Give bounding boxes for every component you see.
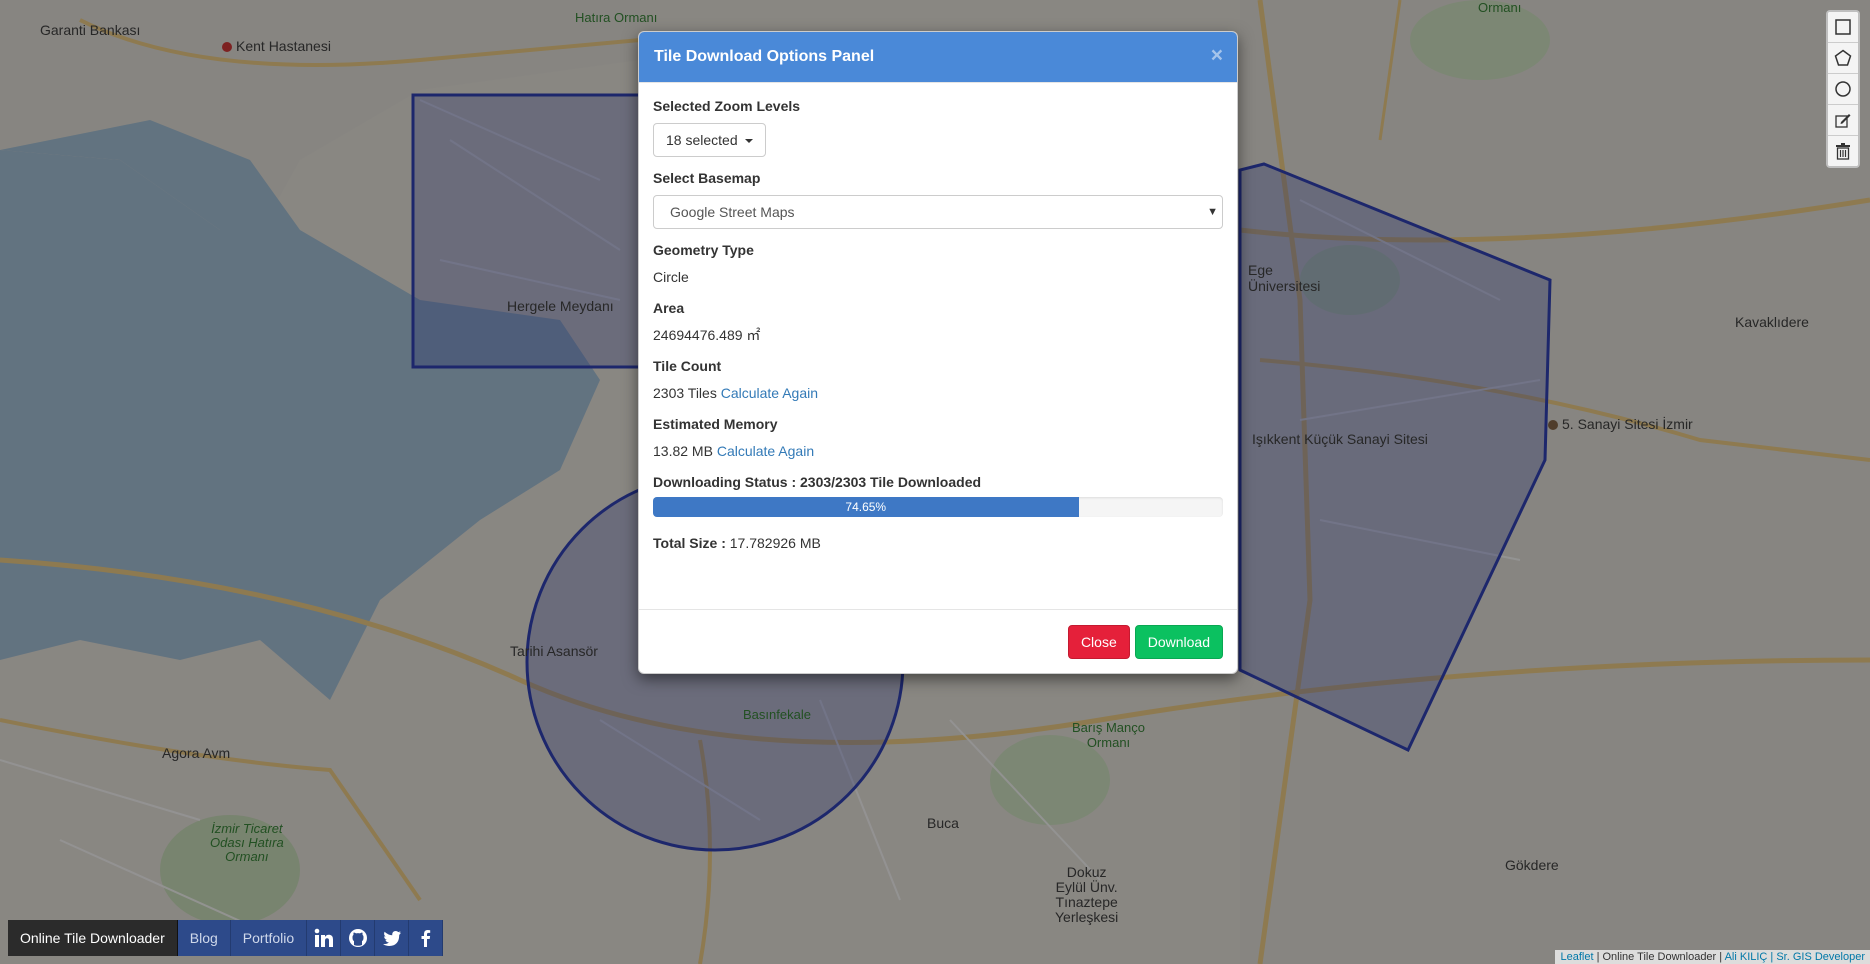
github-link[interactable] (341, 920, 376, 956)
total-size-value: 17.782926 MB (729, 535, 821, 551)
area-group: Area 24694476.489 ㎡ (653, 300, 1223, 345)
memory-recalculate-link[interactable]: Calculate Again (717, 443, 814, 459)
nav-portfolio-link[interactable]: Portfolio (230, 920, 308, 956)
trash-icon (1836, 143, 1850, 160)
author-link[interactable]: Ali KILIÇ | Sr. GIS Developer (1725, 951, 1865, 963)
basemap-select[interactable]: Google Street Maps ▼ (653, 195, 1223, 229)
delete-layers-button[interactable] (1828, 136, 1858, 166)
modal-title: Tile Download Options Panel (654, 48, 875, 65)
geometry-group: Geometry Type Circle (653, 242, 1223, 287)
download-status-group: Downloading Status : 2303/2303 Tile Down… (653, 474, 1223, 517)
twitter-link[interactable] (375, 920, 410, 956)
modal-body: Selected Zoom Levels 18 selected Select … (639, 83, 1237, 553)
select-arrow-icon: ▼ (1207, 206, 1218, 218)
modal-header: Tile Download Options Panel × (639, 32, 1237, 83)
geometry-label: Geometry Type (653, 242, 754, 258)
memory-label: Estimated Memory (653, 416, 778, 432)
nav-blog-link[interactable]: Blog (177, 920, 231, 956)
area-label: Area (653, 300, 685, 316)
facebook-link[interactable] (409, 920, 444, 956)
github-icon (348, 929, 367, 947)
map-attribution: Leaflet | Online Tile Downloader | Ali K… (1555, 950, 1870, 964)
zoom-levels-value: 18 selected (666, 132, 738, 148)
pencil-icon (1835, 114, 1851, 128)
tile-count-value: 2303 Tiles (653, 385, 717, 401)
close-button[interactable]: Close (1067, 624, 1130, 659)
pentagon-icon (1834, 49, 1852, 66)
attribution-separator: | Online Tile Downloader | (1593, 951, 1725, 963)
zoom-levels-group: Selected Zoom Levels 18 selected (653, 98, 1223, 157)
edit-layers-button[interactable] (1828, 105, 1858, 136)
download-progress-bar: 74.65% (653, 497, 1079, 517)
zoom-levels-label: Selected Zoom Levels (653, 98, 801, 114)
leaflet-link[interactable]: Leaflet (1560, 951, 1593, 963)
facebook-icon (421, 930, 430, 947)
zoom-levels-dropdown[interactable]: 18 selected (653, 123, 766, 157)
download-button[interactable]: Download (1134, 624, 1223, 659)
tile-count-recalculate-link[interactable]: Calculate Again (721, 385, 818, 401)
tile-count-row: 2303 Tiles Calculate Again (653, 383, 1223, 403)
download-status-label: Downloading Status : 2303/2303 Tile Down… (653, 474, 982, 490)
download-progress: 74.65% (653, 497, 1223, 517)
modal-footer: Close Download (639, 609, 1237, 673)
draw-circle-button[interactable] (1828, 74, 1858, 105)
memory-value: 13.82 MB (653, 443, 713, 459)
rectangle-icon (1835, 19, 1851, 35)
memory-row: 13.82 MB Calculate Again (653, 441, 1223, 461)
linkedin-link[interactable] (307, 920, 342, 956)
area-value: 24694476.489 ㎡ (653, 327, 761, 343)
bottom-navbar: Online Tile Downloader Blog Portfolio (8, 920, 444, 956)
total-size-label: Total Size : (653, 535, 726, 551)
draw-polygon-button[interactable] (1828, 43, 1858, 74)
tile-count-label: Tile Count (653, 358, 722, 374)
linkedin-icon (314, 928, 333, 947)
tile-count-group: Tile Count 2303 Tiles Calculate Again (653, 358, 1223, 403)
caret-down-icon (744, 139, 753, 144)
circle-icon (1835, 81, 1851, 97)
basemap-value: Google Street Maps (670, 204, 795, 220)
basemap-label: Select Basemap (653, 170, 761, 186)
tile-download-modal: Tile Download Options Panel × Selected Z… (638, 31, 1238, 674)
draw-toolbar (1826, 10, 1860, 168)
nav-brand-link[interactable]: Online Tile Downloader (8, 920, 178, 956)
basemap-group: Select Basemap Google Street Maps ▼ (653, 170, 1223, 229)
draw-rectangle-button[interactable] (1828, 12, 1858, 43)
memory-group: Estimated Memory 13.82 MB Calculate Agai… (653, 416, 1223, 461)
geometry-value: Circle (653, 269, 689, 285)
twitter-icon (382, 931, 401, 946)
total-size-row: Total Size : 17.782926 MB (653, 533, 1223, 553)
modal-close-icon[interactable]: × (1211, 45, 1223, 66)
